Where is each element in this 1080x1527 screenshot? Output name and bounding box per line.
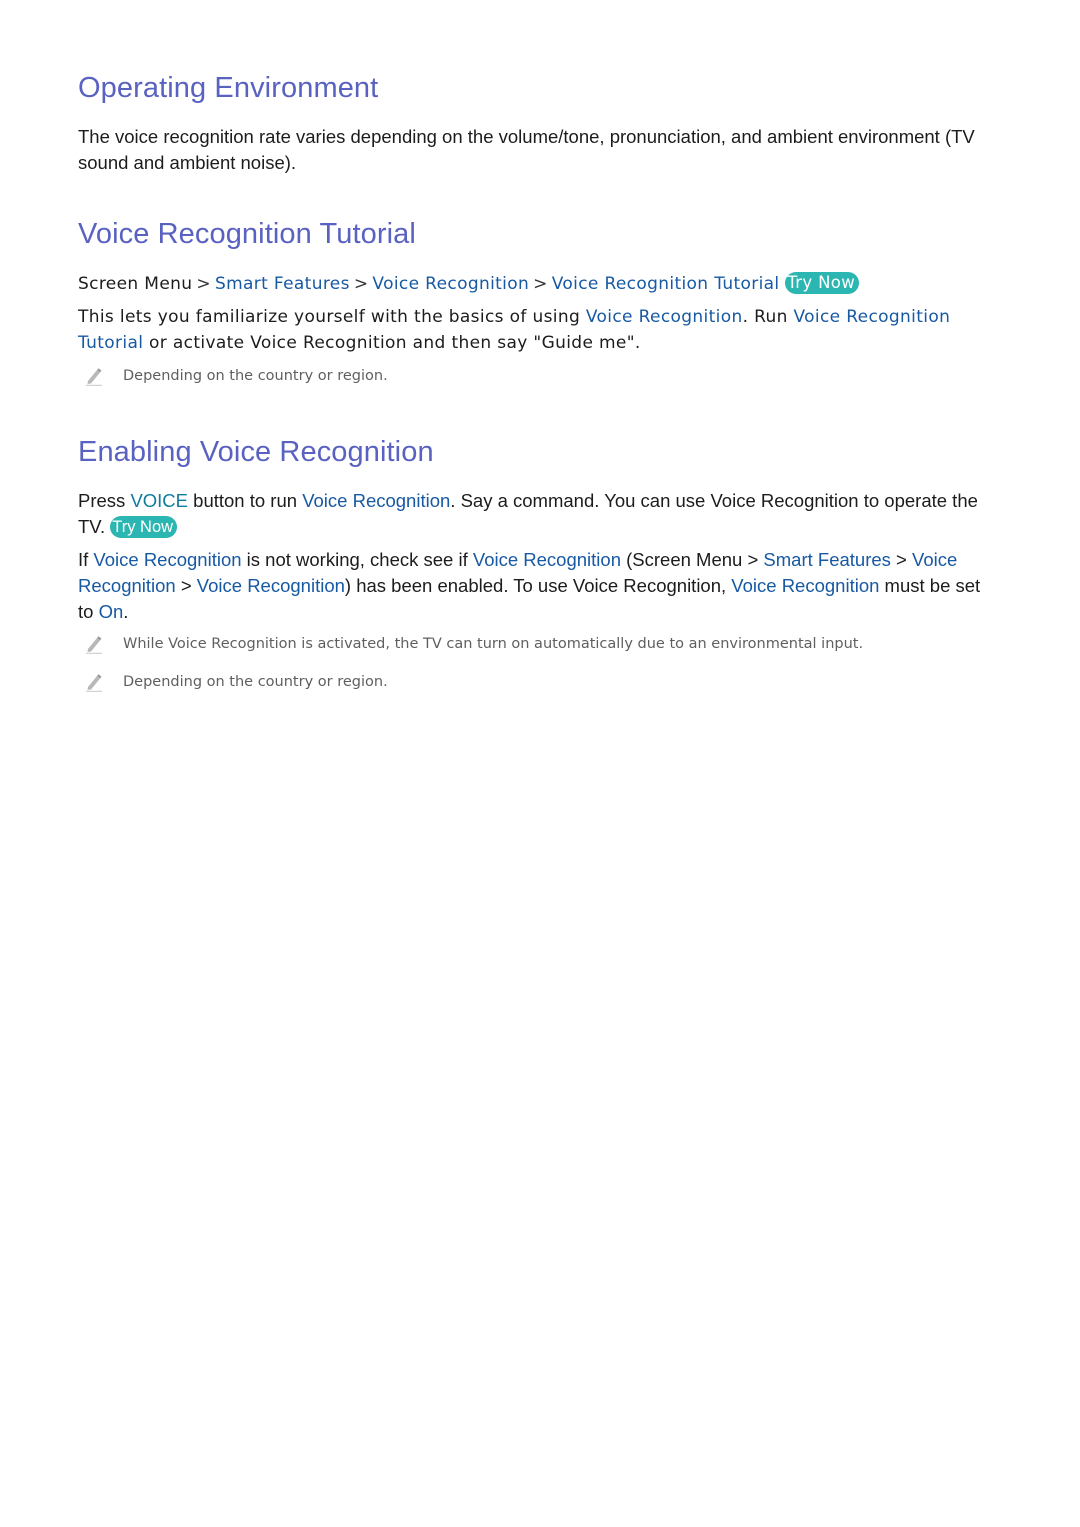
text: This lets you familiarize yourself with … <box>78 307 586 327</box>
text: ) has been enabled. To use Voice Recogni… <box>344 575 732 596</box>
tutorial-description: This lets you familiarize yourself with … <box>78 304 988 356</box>
text: is not working, check see if <box>241 549 473 570</box>
breadcrumb-voice-recognition[interactable]: Voice Recognition <box>372 274 529 294</box>
link-voice-recognition[interactable]: Voice Recognition <box>197 575 345 596</box>
try-now-button[interactable]: Try Now <box>785 272 860 294</box>
voice-key: VOICE <box>130 490 189 511</box>
pencil-icon <box>86 636 102 654</box>
link-voice-recognition[interactable]: Voice Recognition <box>302 490 450 511</box>
text: > <box>175 575 197 596</box>
link-voice-recognition[interactable]: Voice Recognition <box>473 549 621 570</box>
note-text: While Voice Recognition is activated, th… <box>123 636 864 652</box>
text: or activate Voice Recognition and then s… <box>143 333 641 353</box>
heading-operating-environment: Operating Environment <box>78 72 379 104</box>
pencil-icon <box>86 674 102 692</box>
try-now-button[interactable]: Try Now <box>110 516 178 538</box>
enabling-paragraph-2: If Voice Recognition is not working, che… <box>78 547 988 625</box>
text: button to run <box>188 490 303 511</box>
text: . Run <box>742 307 794 327</box>
text: If <box>78 549 94 570</box>
text: (Screen Menu > <box>621 549 764 570</box>
breadcrumb-voice-recognition-tutorial[interactable]: Voice Recognition Tutorial <box>552 274 780 294</box>
note-text: Depending on the country or region. <box>123 674 388 690</box>
breadcrumb: Screen Menu > Smart Features > Voice Recogni… <box>78 271 988 297</box>
chevron-right-icon: > <box>353 274 369 294</box>
link-voice-recognition[interactable]: Voice Recognition <box>586 307 743 327</box>
chevron-right-icon: > <box>196 274 211 294</box>
pencil-icon <box>86 368 102 386</box>
text: Press <box>78 490 131 511</box>
chevron-right-icon: > <box>533 274 548 294</box>
link-voice-recognition[interactable]: Voice Recognition <box>93 549 241 570</box>
link-voice-recognition[interactable]: Voice Recognition <box>731 575 879 596</box>
operating-environment-text: The voice recognition rate varies depend… <box>78 126 975 173</box>
setting-value-on[interactable]: On <box>99 601 124 622</box>
heading-voice-recognition-tutorial: Voice Recognition Tutorial <box>78 218 416 250</box>
note-text: Depending on the country or region. <box>123 368 388 384</box>
breadcrumb-smart-features[interactable]: Smart Features <box>215 274 350 294</box>
heading-enabling-voice-recognition: Enabling Voice Recognition <box>78 436 434 468</box>
link-smart-features[interactable]: Smart Features <box>763 549 891 570</box>
text: . <box>123 601 129 622</box>
enabling-paragraph-1: Press VOICE button to run Voice Recognit… <box>78 488 988 540</box>
breadcrumb-root: Screen Menu <box>78 274 193 294</box>
text: > <box>890 549 913 570</box>
